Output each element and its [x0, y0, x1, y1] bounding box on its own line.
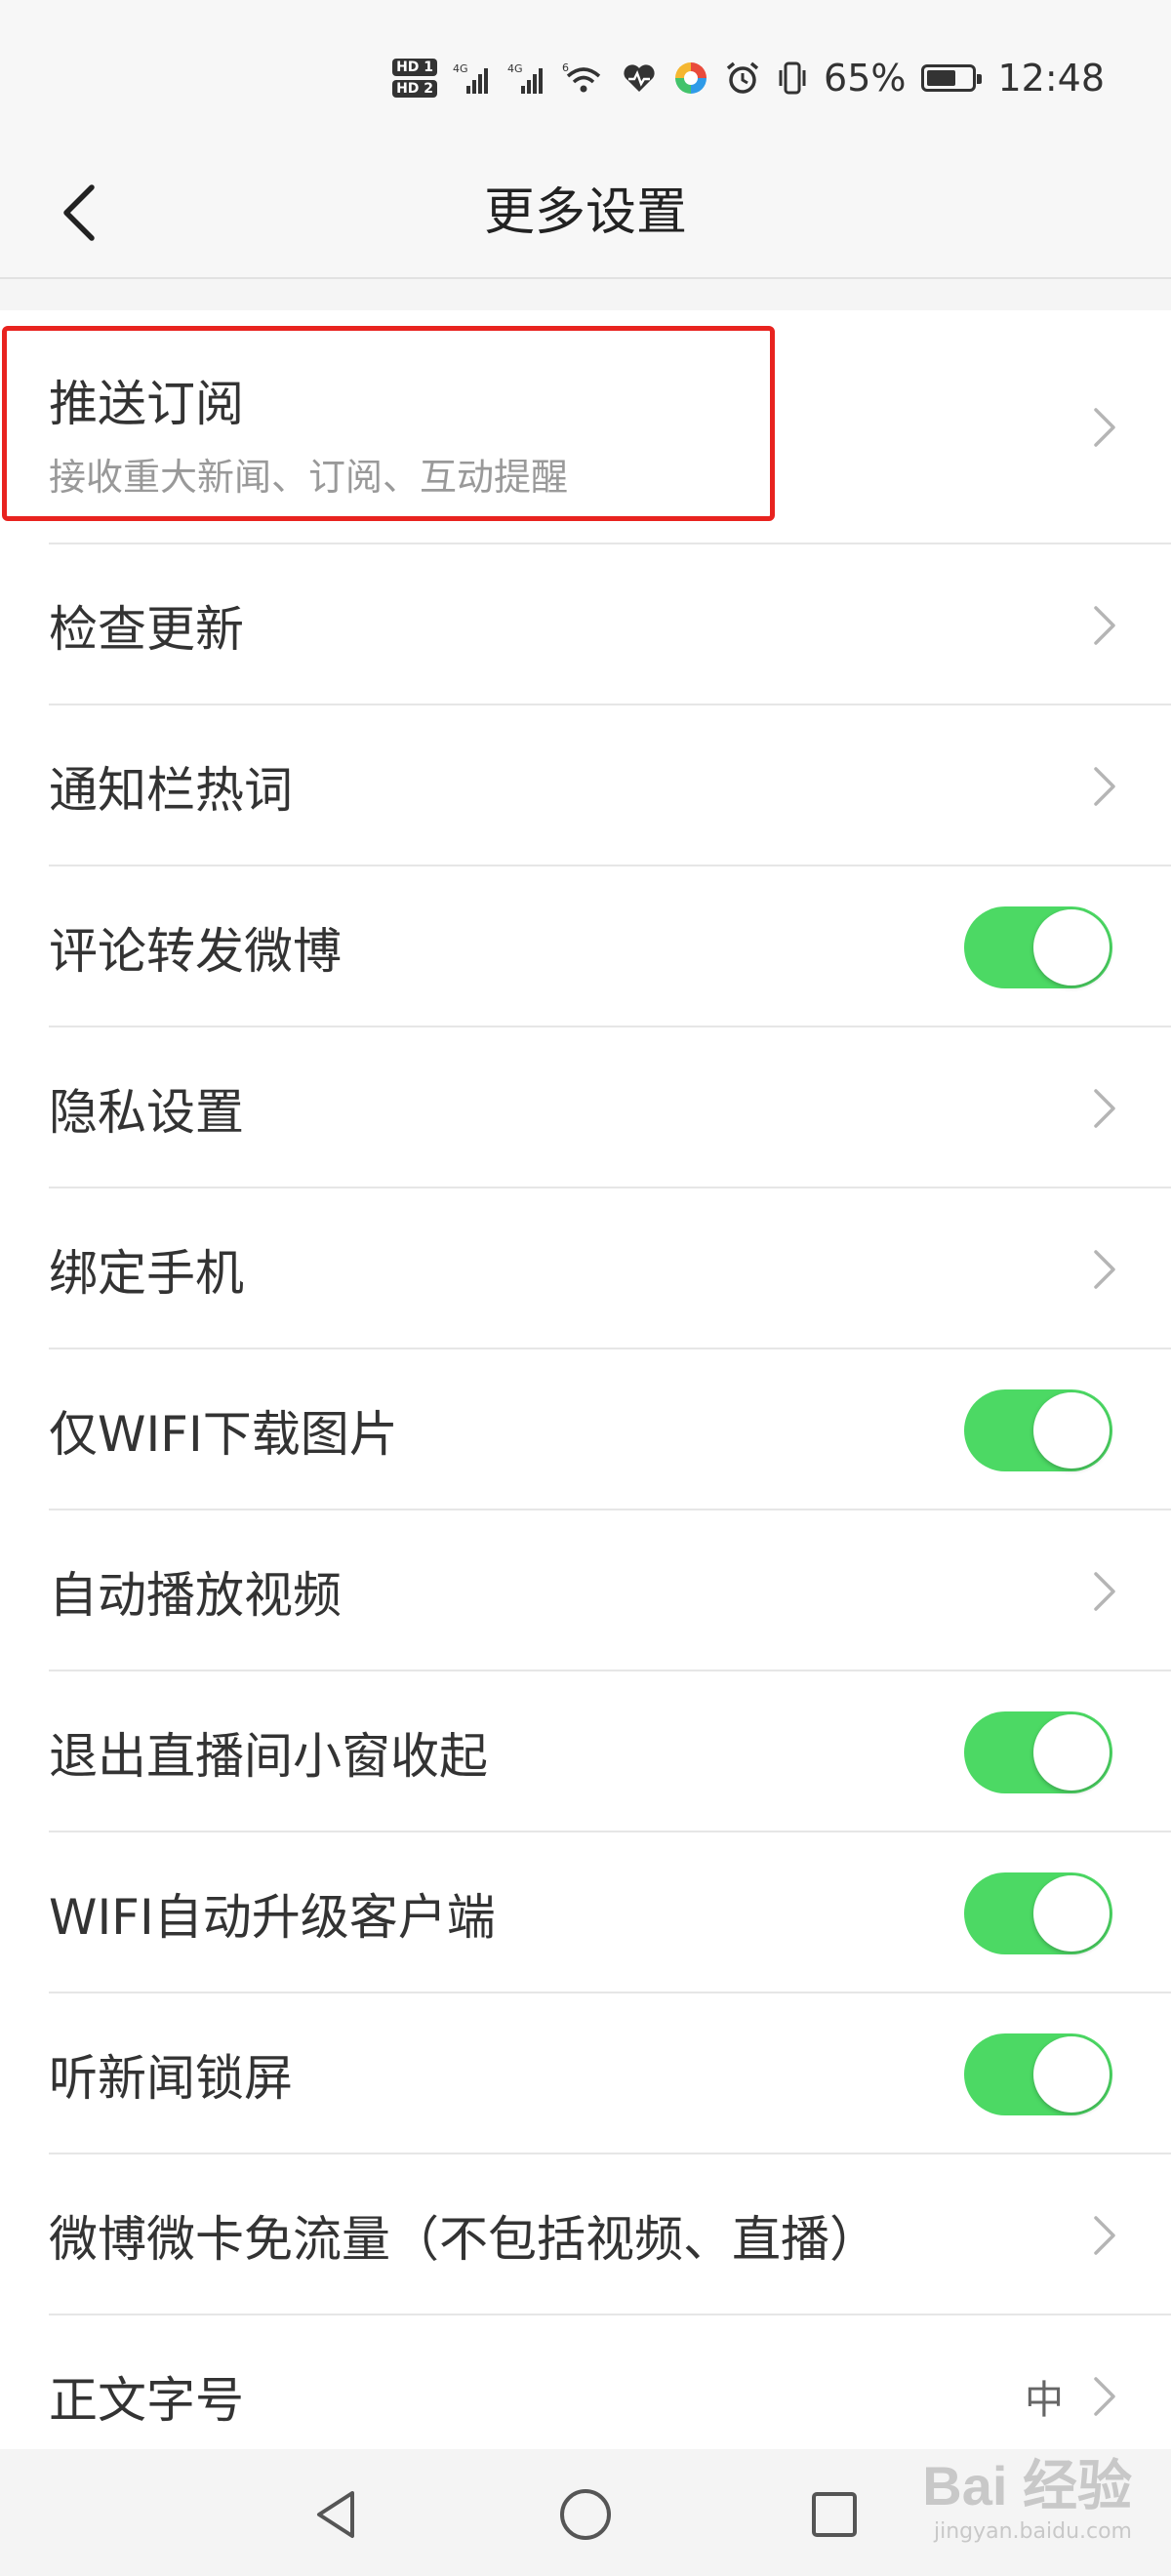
chevron-right-icon [1087, 602, 1122, 649]
nav-home-button[interactable] [542, 2471, 629, 2558]
settings-row-label: 听新闻锁屏 [49, 2049, 293, 2107]
status-bar: HD 1 HD 2 4G 4G 6 65% 12:48 [0, 0, 1171, 146]
chevron-right-icon [1087, 1085, 1122, 1132]
wifi-icon: 6 [562, 60, 605, 96]
settings-row-label: 自动播放视频 [49, 1566, 342, 1624]
battery-percent: 65% [824, 57, 907, 100]
settings-row-value: 中 [1025, 2377, 1064, 2423]
health-icon [621, 61, 658, 95]
watermark-url: jingyan.baidu.com [933, 2519, 1132, 2544]
settings-row[interactable]: 绑定手机 [0, 1188, 1171, 1349]
settings-row[interactable]: 自动播放视频 [0, 1510, 1171, 1671]
settings-row-label: WIFI自动升级客户端 [49, 1888, 496, 1946]
watermark: Bai 经验 jingyan.baidu.com [922, 2455, 1132, 2545]
top-app-bar: 更多设置 [0, 146, 1171, 279]
chevron-right-icon [1087, 2373, 1122, 2420]
page-title: 更多设置 [483, 183, 687, 242]
settings-row[interactable]: 推送订阅接收重大新闻、订阅、互动提醒 [0, 310, 1171, 544]
toggle-switch[interactable] [964, 906, 1112, 988]
hd1-badge: HD 1 [392, 59, 438, 76]
settings-row-label: 通知栏热词 [49, 761, 293, 819]
status-icons: HD 1 HD 2 4G 4G 6 65% 12:48 [392, 59, 1105, 98]
toggle-knob [1033, 1391, 1110, 1469]
battery-icon [921, 64, 983, 92]
settings-list: 推送订阅接收重大新闻、订阅、互动提醒检查更新通知栏热词评论转发微博 隐私设置绑定手… [0, 310, 1171, 2476]
toggle-knob [1033, 908, 1110, 986]
net2-label: 4G [507, 62, 523, 75]
signal-icon: 4G [507, 60, 546, 96]
settings-row-label: 检查更新 [49, 600, 244, 658]
hd2-badge: HD 2 [392, 80, 438, 98]
chevron-right-icon [1087, 2212, 1122, 2259]
settings-row-label: 绑定手机 [49, 1244, 244, 1302]
settings-row-subtitle: 接收重大新闻、订阅、互动提醒 [49, 456, 569, 499]
chevron-right-icon [1087, 404, 1122, 451]
nav-recents-button[interactable] [790, 2471, 878, 2558]
settings-row-label: 推送订阅 [49, 376, 244, 432]
settings-row-label: 正文字号 [49, 2371, 244, 2429]
toggle-switch[interactable] [964, 1389, 1112, 1471]
settings-row[interactable]: 仅WIFI下载图片 [0, 1349, 1171, 1510]
battery-fill [927, 70, 956, 86]
settings-row[interactable]: 听新闻锁屏 [0, 1993, 1171, 2154]
chevron-right-icon [1087, 763, 1122, 810]
settings-row-label: 微博微卡免流量（不包括视频、直播） [49, 2210, 878, 2268]
alarm-icon [724, 60, 761, 96]
settings-row-label: 退出直播间小窗收起 [49, 1727, 488, 1785]
settings-row[interactable]: 检查更新 [0, 544, 1171, 705]
toggle-knob [1033, 1713, 1110, 1791]
toggle-knob [1033, 2035, 1110, 2113]
clock: 12:48 [997, 57, 1105, 100]
net1-label: 4G [453, 62, 468, 75]
recents-square-icon [812, 2492, 857, 2537]
nav-back-button[interactable] [293, 2471, 381, 2558]
settings-row-label: 隐私设置 [49, 1083, 244, 1141]
settings-row[interactable]: 微博微卡免流量（不包括视频、直播） [0, 2154, 1171, 2315]
watermark-logo: Bai 经验 [922, 2455, 1132, 2516]
settings-row-label: 评论转发微博 [49, 922, 342, 980]
chevron-right-icon [1087, 1246, 1122, 1293]
settings-row[interactable]: 退出直播间小窗收起 [0, 1671, 1171, 1832]
toggle-switch[interactable] [964, 2033, 1112, 2115]
toggle-switch[interactable] [964, 1872, 1112, 1954]
settings-row[interactable]: WIFI自动升级客户端 [0, 1832, 1171, 1993]
settings-row[interactable]: 通知栏热词 [0, 705, 1171, 866]
toggle-knob [1033, 1874, 1110, 1952]
app-icon [673, 60, 708, 96]
system-nav-bar: Bai 经验 jingyan.baidu.com [0, 2449, 1171, 2576]
wifi-tag: 6 [562, 61, 569, 74]
back-triangle-icon [317, 2491, 354, 2538]
vibrate-icon [777, 60, 808, 96]
toggle-switch[interactable] [964, 1711, 1112, 1793]
settings-row[interactable]: 隐私设置 [0, 1027, 1171, 1188]
hd-indicator: HD 1 HD 2 [392, 59, 438, 98]
chevron-right-icon [1087, 1568, 1122, 1615]
home-circle-icon [560, 2489, 611, 2540]
signal-icon: 4G [453, 60, 492, 96]
settings-row-label: 仅WIFI下载图片 [49, 1405, 398, 1463]
settings-row[interactable]: 评论转发微博 [0, 866, 1171, 1027]
